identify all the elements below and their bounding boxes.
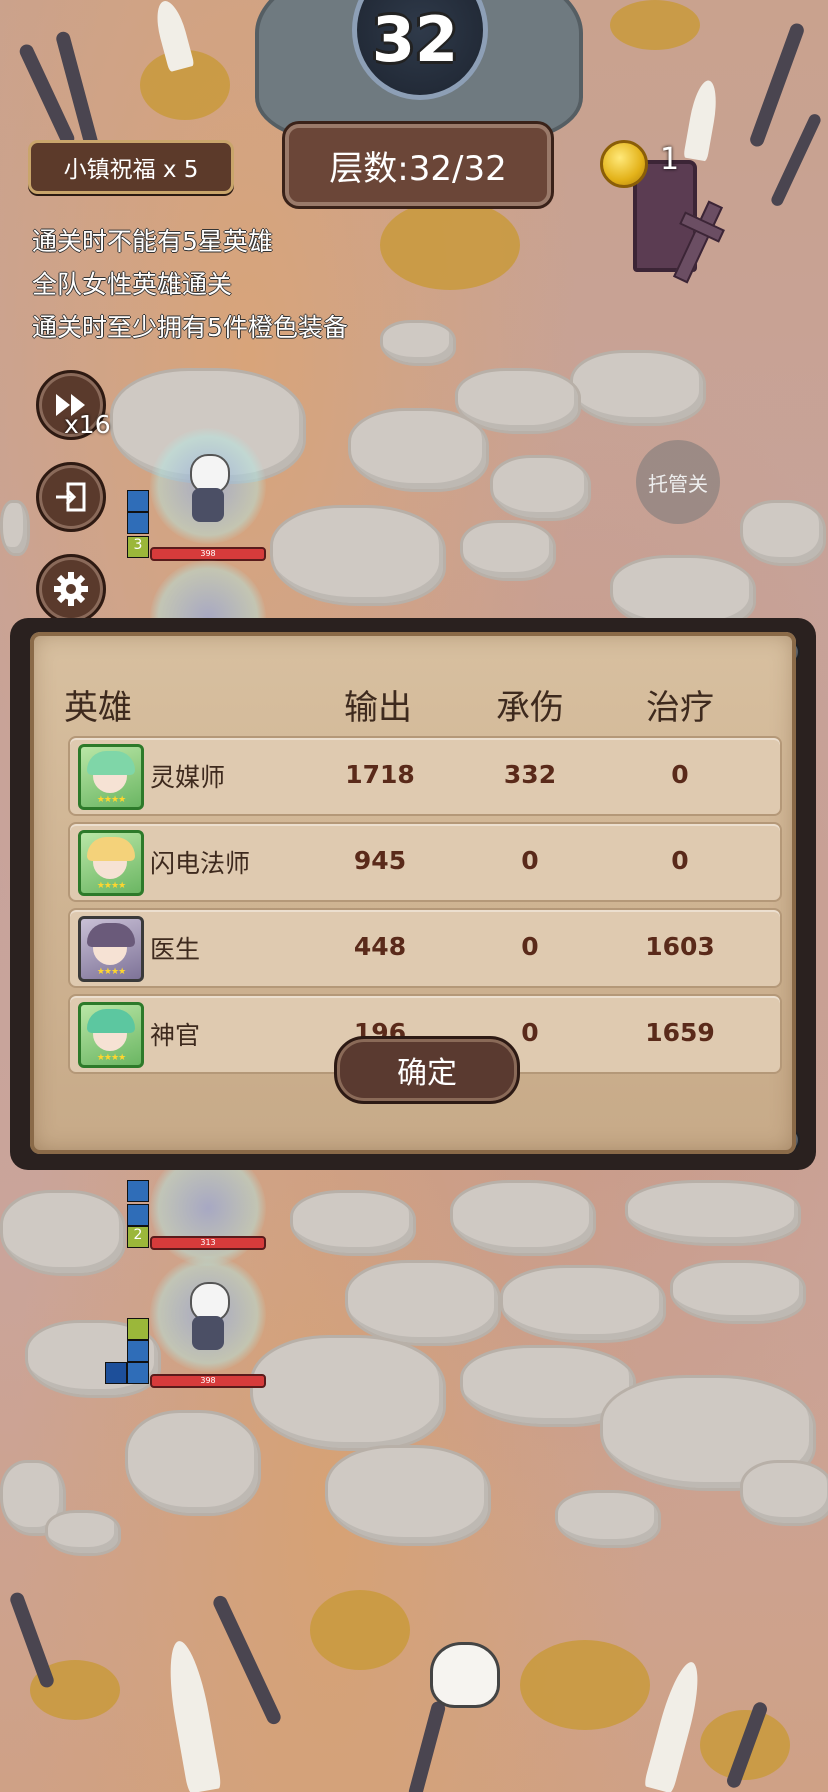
buff-icon (127, 1362, 149, 1384)
buff-icon (127, 1204, 149, 1226)
result-row: ★★★★ 医生 448 0 1603 (68, 908, 782, 988)
heal-value: 0 (671, 846, 689, 875)
result-row: ★★★★ 灵媒师 1718 332 0 (68, 736, 782, 816)
battle-results-panel: 英雄 输出 承伤 治疗 ★★★★ 灵媒师 1718 332 0 ★★★★ 闪电法… (10, 618, 816, 1170)
unit-level: 3 (127, 536, 149, 558)
buff-icon (127, 1340, 149, 1362)
output-value: 448 (353, 932, 407, 961)
enemy-skeleton-unit[interactable] (150, 1256, 266, 1372)
buff-icon (127, 1318, 149, 1340)
hero-name: 灵媒师 (150, 763, 226, 792)
heal-value: 0 (671, 760, 689, 789)
buff-icon (127, 1180, 149, 1202)
hero-avatar: ★★★★ (78, 1002, 144, 1068)
condition-1: 通关时不能有5星英雄 (32, 227, 273, 256)
coin-count: 1 (660, 142, 680, 177)
skull-decoration-icon (430, 1642, 500, 1708)
countdown-timer: 32 (371, 3, 459, 76)
settings-button[interactable] (36, 554, 106, 624)
exit-button[interactable] (36, 462, 106, 532)
unit-hp-bar: 313 (150, 1236, 266, 1250)
hero-name: 闪电法师 (150, 849, 251, 878)
hero-avatar: ★★★★ (78, 916, 144, 982)
heal-value: 1659 (645, 1018, 715, 1047)
confirm-button[interactable]: 确定 (334, 1036, 520, 1104)
taken-value: 332 (503, 760, 557, 789)
auto-battle-button[interactable]: 托管关 (636, 440, 720, 524)
exit-icon (56, 482, 86, 512)
output-value: 1718 (345, 760, 415, 789)
result-row: ★★★★ 闪电法师 945 0 0 (68, 822, 782, 902)
floor-indicator: 层数:32/32 (285, 124, 551, 206)
header-hero: 英雄 (64, 688, 132, 728)
header-output: 输出 (344, 688, 412, 728)
taken-value: 0 (521, 846, 539, 875)
condition-3: 通关时至少拥有5件橙色装备 (32, 313, 348, 342)
unit-hp-bar: 398 (150, 1374, 266, 1388)
buff-icon (127, 490, 149, 512)
hero-avatar: ★★★★ (78, 744, 144, 810)
hero-avatar: ★★★★ (78, 830, 144, 896)
town-blessing-badge[interactable]: 小镇祝福 x 5 (28, 140, 234, 194)
unit-level: 2 (127, 1226, 149, 1248)
hero-name: 医生 (150, 935, 201, 964)
header-damage-taken: 承伤 (496, 688, 564, 728)
taken-value: 0 (521, 932, 539, 961)
header-healing: 治疗 (646, 688, 714, 728)
output-value: 945 (353, 846, 407, 875)
enemy-skeleton-unit[interactable] (150, 428, 266, 544)
gear-icon (54, 572, 88, 606)
hero-name: 神官 (150, 1021, 201, 1050)
heal-value: 1603 (645, 932, 715, 961)
gold-coin-icon (600, 140, 648, 188)
speed-multiplier: x16 (64, 410, 111, 439)
unit-hp-bar: 398 (150, 547, 266, 561)
condition-2: 全队女性英雄通关 (32, 270, 233, 299)
buff-icon (127, 512, 149, 534)
buff-icon (105, 1362, 127, 1384)
